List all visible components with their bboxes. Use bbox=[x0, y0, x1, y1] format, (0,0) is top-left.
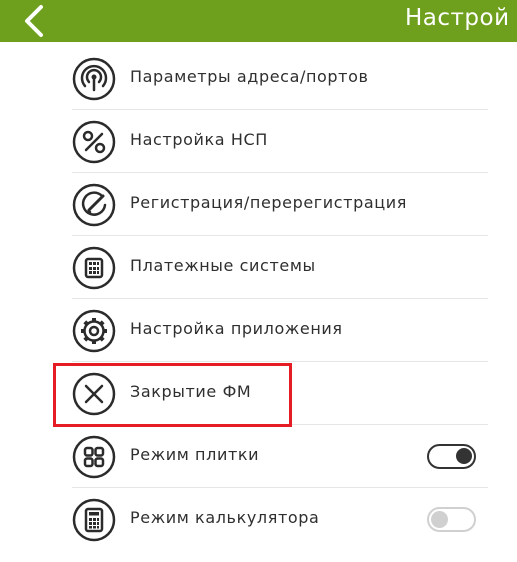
settings-item-nsp[interactable]: Настройка НСП bbox=[72, 111, 488, 173]
divider bbox=[72, 298, 488, 299]
settings-item-label: Платежные системы bbox=[130, 256, 316, 275]
tiles-icon bbox=[72, 435, 116, 479]
divider bbox=[72, 109, 488, 110]
divider bbox=[72, 235, 488, 236]
antenna-icon bbox=[72, 57, 116, 101]
pencil-circle-icon bbox=[72, 183, 116, 227]
settings-item-app-settings[interactable]: Настройка приложения bbox=[72, 300, 488, 362]
settings-item-tile-mode[interactable]: Режим плитки bbox=[72, 426, 488, 488]
divider bbox=[72, 424, 488, 425]
divider bbox=[72, 487, 488, 488]
tile-mode-toggle[interactable] bbox=[427, 444, 476, 469]
settings-item-address-ports[interactable]: Параметры адреса/портов bbox=[72, 48, 488, 110]
gear-icon bbox=[72, 309, 116, 353]
settings-item-label: Настройка приложения bbox=[130, 319, 343, 338]
divider bbox=[72, 172, 488, 173]
settings-item-registration[interactable]: Регистрация/перерегистрация bbox=[72, 174, 488, 236]
page-title: Настрой bbox=[405, 5, 510, 31]
back-button[interactable] bbox=[14, 2, 54, 40]
settings-item-label: Настройка НСП bbox=[130, 130, 268, 149]
calculator-mode-toggle[interactable] bbox=[427, 507, 476, 532]
close-circle-icon bbox=[72, 372, 116, 416]
toggle-knob bbox=[456, 448, 472, 464]
settings-item-label: Закрытие ФМ bbox=[130, 382, 252, 401]
settings-item-label: Режим плитки bbox=[130, 445, 260, 464]
divider bbox=[72, 361, 488, 362]
chevron-left-icon bbox=[25, 5, 43, 37]
toggle-knob bbox=[431, 511, 448, 528]
calculator-grid-icon bbox=[72, 246, 116, 290]
percent-icon bbox=[72, 120, 116, 164]
settings-item-calculator-mode[interactable]: Режим калькулятора bbox=[72, 489, 488, 551]
app-header: Настрой bbox=[0, 0, 517, 42]
settings-item-label: Режим калькулятора bbox=[130, 508, 320, 527]
calculator-icon bbox=[72, 498, 116, 542]
settings-item-label: Параметры адреса/портов bbox=[130, 67, 369, 86]
settings-item-label: Регистрация/перерегистрация bbox=[130, 193, 407, 212]
settings-item-close-fm[interactable]: Закрытие ФМ bbox=[72, 363, 488, 425]
settings-item-payment-systems[interactable]: Платежные системы bbox=[72, 237, 488, 299]
